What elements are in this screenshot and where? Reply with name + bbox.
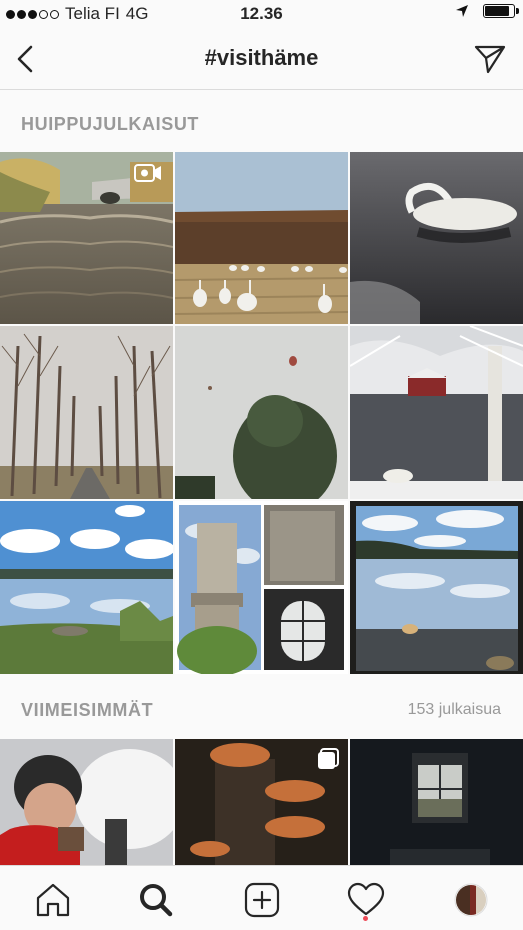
avatar bbox=[454, 883, 488, 917]
recent-posts-label: VIIMEISIMMÄT bbox=[21, 700, 154, 720]
top-post-1[interactable] bbox=[0, 152, 173, 324]
header-bar: #visithäme bbox=[0, 28, 523, 90]
recent-post-2[interactable] bbox=[175, 739, 348, 865]
recent-posts-header: VIIMEISIMMÄT 153 julkaisua bbox=[0, 676, 523, 738]
profile-tab[interactable] bbox=[451, 880, 491, 920]
share-button[interactable] bbox=[473, 42, 507, 76]
battery-icon bbox=[483, 4, 519, 18]
post-image bbox=[350, 501, 523, 674]
post-image bbox=[0, 326, 173, 499]
top-post-7[interactable] bbox=[0, 501, 173, 674]
top-post-2[interactable] bbox=[175, 152, 348, 324]
plus-square-icon bbox=[244, 882, 280, 918]
video-icon bbox=[134, 164, 161, 182]
multiple-posts-icon bbox=[318, 748, 339, 769]
top-post-3[interactable] bbox=[350, 152, 523, 324]
top-post-9[interactable] bbox=[350, 501, 523, 674]
top-post-4[interactable] bbox=[0, 326, 173, 499]
top-posts-label: HUIPPUJULKAISUT bbox=[21, 114, 200, 134]
activity-tab[interactable] bbox=[346, 880, 386, 920]
post-count: 153 julkaisua bbox=[407, 701, 501, 718]
post-image bbox=[350, 152, 523, 324]
tab-bar bbox=[0, 865, 523, 930]
post-image bbox=[175, 326, 348, 499]
status-right bbox=[455, 4, 519, 18]
status-time: 12.36 bbox=[240, 4, 283, 23]
top-post-6[interactable] bbox=[350, 326, 523, 499]
post-image bbox=[0, 501, 173, 674]
recent-post-3[interactable] bbox=[350, 739, 523, 865]
recent-post-1[interactable] bbox=[0, 739, 173, 865]
home-tab[interactable] bbox=[33, 880, 73, 920]
location-arrow-icon bbox=[456, 5, 468, 17]
top-posts-header: HUIPPUJULKAISUT bbox=[0, 90, 523, 152]
search-tab[interactable] bbox=[136, 880, 176, 920]
page-title: #visithäme bbox=[204, 45, 319, 70]
post-image bbox=[175, 152, 348, 324]
post-image bbox=[350, 326, 523, 499]
top-post-5[interactable] bbox=[175, 326, 348, 499]
status-bar: Telia FI 4G 12.36 bbox=[0, 0, 523, 28]
post-image bbox=[350, 739, 523, 865]
post-image bbox=[175, 501, 348, 674]
new-post-tab[interactable] bbox=[242, 880, 282, 920]
search-icon bbox=[140, 884, 173, 917]
top-post-8[interactable] bbox=[175, 501, 348, 674]
activity-notification-dot bbox=[363, 916, 368, 921]
post-image bbox=[0, 739, 173, 865]
send-icon bbox=[474, 45, 506, 74]
heart-icon bbox=[347, 882, 385, 916]
home-icon bbox=[36, 883, 70, 917]
